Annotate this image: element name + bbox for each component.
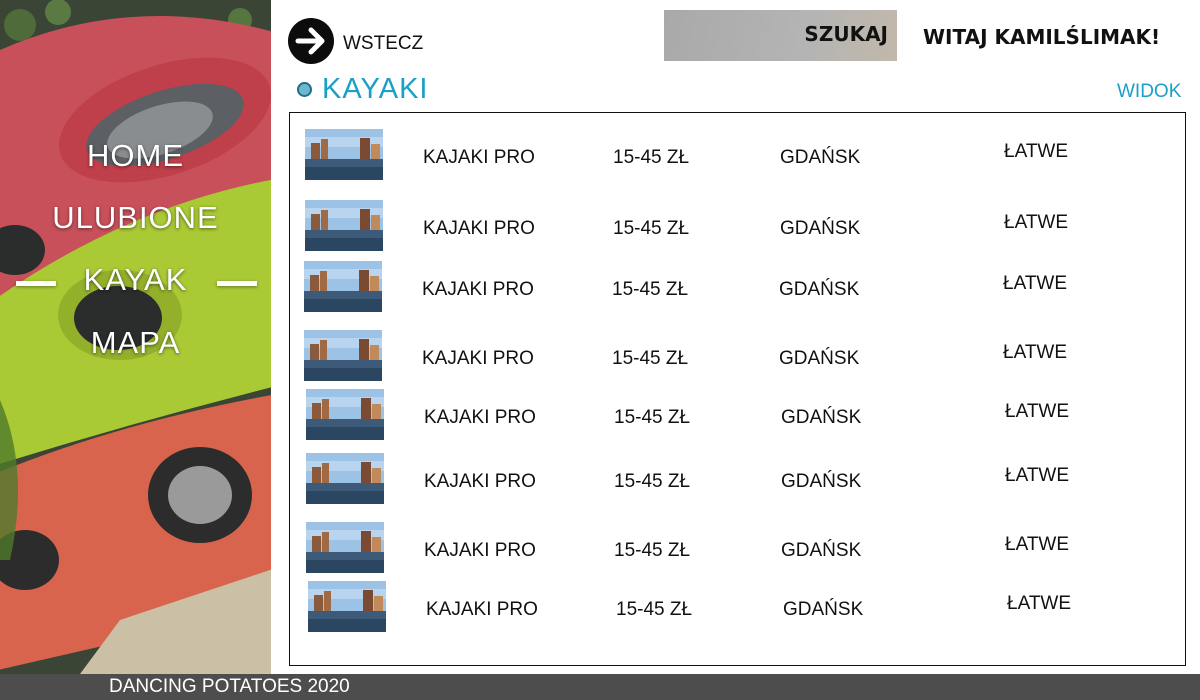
listing-price: 15-45 ZŁ xyxy=(614,407,691,428)
listing-price: 15-45 ZŁ xyxy=(614,540,691,561)
list-item[interactable]: KAJAKI PRO 15-45 ZŁ GDAŃSK ŁATWE xyxy=(290,453,1185,508)
nav-item-kayak[interactable]: KAYAK xyxy=(0,262,271,298)
listing-city: GDAŃSK xyxy=(781,407,862,428)
listing-price: 15-45 ZŁ xyxy=(616,599,693,620)
listing-city: GDAŃSK xyxy=(779,348,860,369)
search-button[interactable]: SZUKAJ xyxy=(664,10,897,61)
listing-city: GDAŃSK xyxy=(780,147,861,168)
listing-difficulty: ŁATWE xyxy=(1003,342,1068,363)
view-toggle-link[interactable]: WIDOK xyxy=(1117,81,1181,103)
active-indicator-right xyxy=(217,281,257,286)
arrow-right-icon xyxy=(295,27,325,55)
back-label[interactable]: WSTECZ xyxy=(343,33,423,55)
listing-name: KAJAKI PRO xyxy=(423,147,535,168)
listing-price: 15-45 ZŁ xyxy=(612,348,689,369)
user-greeting: WITAJ KAMILŚLIMAK! xyxy=(923,25,1161,49)
footer-text: DANCING POTATOES 2020 xyxy=(109,676,350,697)
search-label: SZUKAJ xyxy=(804,22,888,46)
listing-name: KAJAKI PRO xyxy=(426,599,538,620)
listing-thumbnail xyxy=(305,200,383,251)
page-title: KAYAKI xyxy=(322,73,429,105)
listing-price: 15-45 ZŁ xyxy=(613,147,690,168)
listing-thumbnail xyxy=(306,522,384,573)
listing-city: GDAŃSK xyxy=(781,540,862,561)
listing-difficulty: ŁATWE xyxy=(1005,465,1070,486)
list-item[interactable]: KAJAKI PRO 15-45 ZŁ GDAŃSK ŁATWE xyxy=(290,129,1185,184)
list-item[interactable]: KAJAKI PRO 15-45 ZŁ GDAŃSK ŁATWE xyxy=(290,330,1185,385)
listing-thumbnail xyxy=(304,261,382,312)
list-item[interactable]: KAJAKI PRO 15-45 ZŁ GDAŃSK ŁATWE xyxy=(290,389,1185,444)
list-item[interactable]: KAJAKI PRO 15-45 ZŁ GDAŃSK ŁATWE xyxy=(290,261,1185,316)
listing-price: 15-45 ZŁ xyxy=(613,218,690,239)
main-nav: HOME ULUBIONE KAYAK MAPA xyxy=(0,0,271,674)
listing-city: GDAŃSK xyxy=(779,279,860,300)
listing-name: KAJAKI PRO xyxy=(422,279,534,300)
list-item[interactable]: KAJAKI PRO 15-45 ZŁ GDAŃSK ŁATWE xyxy=(290,522,1185,577)
listing-name: KAJAKI PRO xyxy=(424,540,536,561)
listing-difficulty: ŁATWE xyxy=(1004,141,1069,162)
listing-name: KAJAKI PRO xyxy=(422,348,534,369)
listing-city: GDAŃSK xyxy=(783,599,864,620)
list-item[interactable]: KAJAKI PRO 15-45 ZŁ GDAŃSK ŁATWE xyxy=(290,581,1185,636)
nav-item-map[interactable]: MAPA xyxy=(0,325,271,361)
listing-price: 15-45 ZŁ xyxy=(612,279,689,300)
listing-thumbnail xyxy=(304,330,382,381)
kayak-list: KAJAKI PRO 15-45 ZŁ GDAŃSK ŁATWE KAJAKI PRO 1… xyxy=(289,112,1186,666)
footer: DANCING POTATOES 2020 xyxy=(0,674,1200,700)
listing-thumbnail xyxy=(305,129,383,180)
listing-difficulty: ŁATWE xyxy=(1005,534,1070,555)
listing-city: GDAŃSK xyxy=(781,471,862,492)
sidebar: HOME ULUBIONE KAYAK MAPA xyxy=(0,0,271,674)
listing-difficulty: ŁATWE xyxy=(1007,593,1072,614)
listing-difficulty: ŁATWE xyxy=(1003,273,1068,294)
listing-name: KAJAKI PRO xyxy=(424,407,536,428)
listing-thumbnail xyxy=(306,453,384,504)
nav-item-home[interactable]: HOME xyxy=(0,138,271,174)
listing-price: 15-45 ZŁ xyxy=(614,471,691,492)
back-button[interactable] xyxy=(288,18,334,64)
listing-difficulty: ŁATWE xyxy=(1005,401,1070,422)
listing-city: GDAŃSK xyxy=(780,218,861,239)
listing-name: KAJAKI PRO xyxy=(424,471,536,492)
listing-thumbnail xyxy=(308,581,386,632)
listing-thumbnail xyxy=(306,389,384,440)
list-item[interactable]: KAJAKI PRO 15-45 ZŁ GDAŃSK ŁATWE xyxy=(290,200,1185,255)
listing-name: KAJAKI PRO xyxy=(423,218,535,239)
nav-item-favorites[interactable]: ULUBIONE xyxy=(0,200,271,236)
section-bullet-icon xyxy=(297,82,312,97)
listing-difficulty: ŁATWE xyxy=(1004,212,1069,233)
